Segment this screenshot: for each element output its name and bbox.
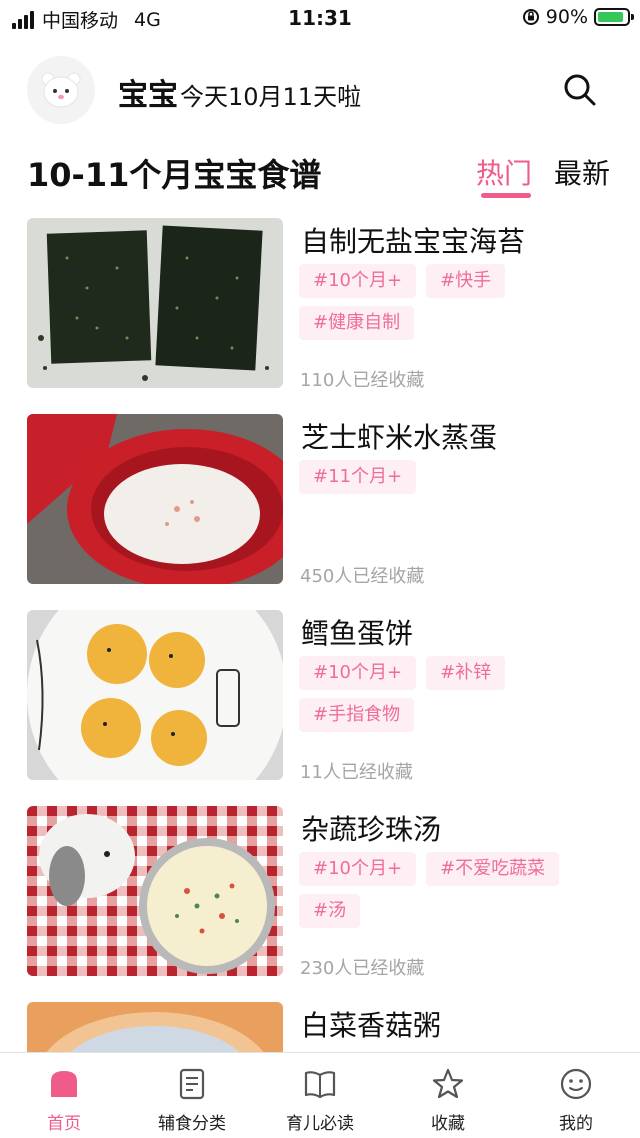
search-icon <box>564 74 596 106</box>
recipe-title: 鳕鱼蛋饼 <box>301 617 414 650</box>
recipe-image <box>27 218 283 388</box>
active-tab-indicator <box>481 193 531 198</box>
nav-home[interactable]: 首页 <box>0 1053 128 1138</box>
baby-face-icon <box>41 72 81 108</box>
document-icon <box>175 1067 209 1101</box>
nav-label: 育儿必读 <box>286 1114 354 1134</box>
nav-label: 收藏 <box>431 1114 465 1134</box>
battery-icon <box>594 8 634 26</box>
recipe-title: 芝士虾米水蒸蛋 <box>301 421 498 454</box>
tab-new[interactable]: 最新 <box>554 152 610 192</box>
rotation-lock-icon <box>522 9 539 25</box>
recipe-card[interactable]: 杂蔬珍珠汤 #10个月+ #不爱吃蔬菜 #汤 230人已经收藏 <box>0 806 640 979</box>
baby-age-text: 今天10月11天啦 <box>180 83 362 111</box>
bottom-nav: 首页 辅食分类 育儿必读 收藏 我的 <box>0 1052 640 1138</box>
recipe-tags: #11个月+ <box>299 460 619 494</box>
recipe-title: 自制无盐宝宝海苔 <box>301 225 526 258</box>
recipe-card[interactable]: 自制无盐宝宝海苔 #10个月+ #快手 #健康自制 110人已经收藏 <box>0 218 640 391</box>
section-title: 10-11个月宝宝食谱 <box>27 156 322 194</box>
recipe-tag[interactable]: #快手 <box>426 264 506 298</box>
favorite-count: 450人已经收藏 <box>300 566 425 587</box>
header: 宝宝 今天10月11天啦 <box>0 54 640 126</box>
recipe-tags: #10个月+ #补锌 #手指食物 <box>299 656 619 732</box>
recipe-tag[interactable]: #汤 <box>299 894 361 928</box>
recipe-tag[interactable]: #10个月+ <box>299 656 417 690</box>
header-greeting: 宝宝 今天10月11天啦 <box>118 70 361 114</box>
recipe-tag[interactable]: #手指食物 <box>299 698 415 732</box>
battery-percent: 90% <box>545 6 588 28</box>
status-bar-right: 90% <box>522 6 634 28</box>
baby-name: 宝宝 <box>118 78 178 113</box>
favorite-count: 110人已经收藏 <box>300 370 425 391</box>
recipe-tag[interactable]: #不爱吃蔬菜 <box>426 852 560 886</box>
search-button[interactable] <box>560 70 600 110</box>
nav-parenting-reads[interactable]: 育儿必读 <box>256 1053 384 1138</box>
status-bar: 中国移动 4G 11:31 90% <box>0 0 640 36</box>
recipe-tags: #10个月+ #不爱吃蔬菜 #汤 <box>299 852 619 928</box>
recipe-image <box>27 610 283 780</box>
recipe-tag[interactable]: #10个月+ <box>299 852 417 886</box>
avatar[interactable] <box>27 56 95 124</box>
nav-label: 辅食分类 <box>158 1114 226 1134</box>
home-icon <box>47 1067 81 1101</box>
recipe-tag[interactable]: #补锌 <box>426 656 506 690</box>
recipe-card[interactable]: 鳕鱼蛋饼 #10个月+ #补锌 #手指食物 11人已经收藏 <box>0 610 640 783</box>
recipe-tags: #10个月+ #快手 #健康自制 <box>299 264 619 340</box>
recipe-tag[interactable]: #健康自制 <box>299 306 415 340</box>
recipe-image <box>27 414 283 584</box>
smiley-icon <box>559 1067 593 1101</box>
favorite-count: 11人已经收藏 <box>300 762 413 783</box>
recipe-card[interactable]: 芝士虾米水蒸蛋 #11个月+ 450人已经收藏 <box>0 414 640 587</box>
nav-label: 我的 <box>559 1114 593 1134</box>
favorite-count: 230人已经收藏 <box>300 958 425 979</box>
recipe-tag[interactable]: #10个月+ <box>299 264 417 298</box>
recipe-image <box>27 806 283 976</box>
tab-hot[interactable]: 热门 <box>476 152 532 192</box>
nav-food-categories[interactable]: 辅食分类 <box>128 1053 256 1138</box>
nav-favorites[interactable]: 收藏 <box>384 1053 512 1138</box>
book-icon <box>303 1067 337 1101</box>
nav-label: 首页 <box>47 1114 81 1134</box>
recipe-title: 白菜香菇粥 <box>301 1009 442 1042</box>
star-icon <box>431 1067 465 1101</box>
nav-profile[interactable]: 我的 <box>512 1053 640 1138</box>
recipe-title: 杂蔬珍珠汤 <box>301 813 442 846</box>
recipe-tag[interactable]: #11个月+ <box>299 460 417 494</box>
